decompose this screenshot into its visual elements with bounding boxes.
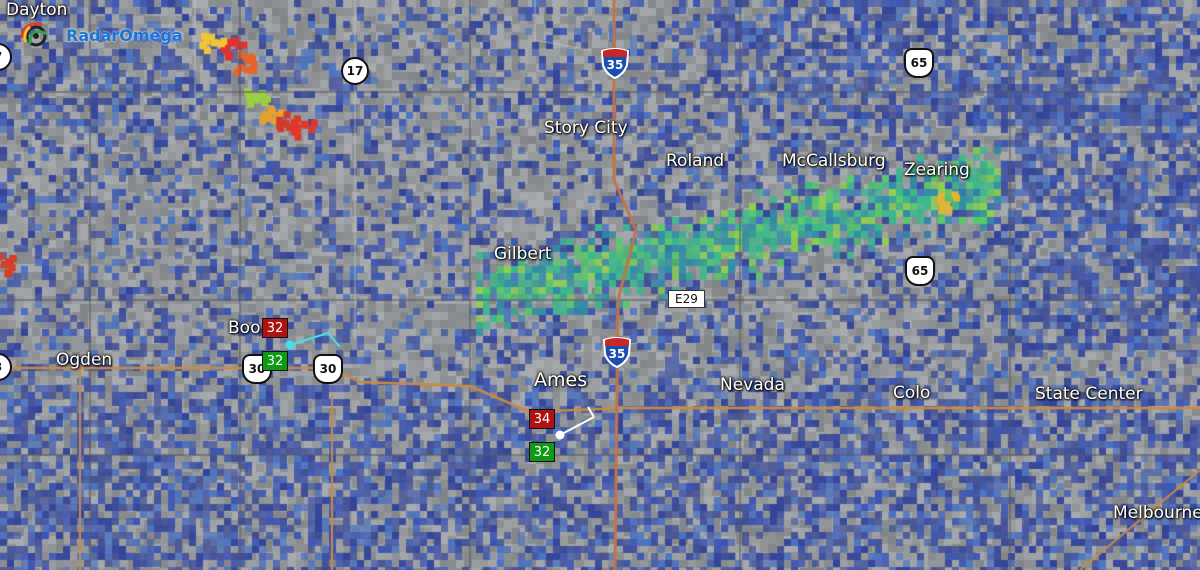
interstate-35-shield-south: 35	[602, 336, 632, 368]
county-e29-shield: E29	[668, 290, 705, 308]
state-17-shield: 17	[341, 57, 369, 85]
interstate-35-shield-north: 35	[600, 47, 630, 79]
city-label-colo: Colo	[893, 383, 931, 403]
city-label-boone: Boo	[228, 318, 261, 338]
us-65-shield-south: 65	[905, 256, 935, 286]
logo-text: RadarOmega	[66, 25, 183, 45]
city-label-story-city: Story City	[544, 118, 628, 138]
city-label-ames: Ames	[534, 369, 588, 391]
city-label-mccallsburg: McCallsburg	[782, 151, 886, 171]
city-label-state-center: State Center	[1035, 384, 1143, 404]
boone-wind-barb	[285, 332, 341, 350]
radar-swirl-icon	[20, 22, 47, 47]
city-label-ogden: Ogden	[56, 350, 113, 370]
city-label-zearing: Zearing	[904, 160, 970, 180]
city-label-melbourne: Melbourne	[1113, 503, 1200, 523]
us-30-shield-east: 30	[313, 354, 343, 384]
city-label-nevada: Nevada	[720, 375, 785, 395]
city-label-gilbert: Gilbert	[494, 244, 552, 264]
city-label-roland: Roland	[666, 151, 725, 171]
radar-map[interactable]	[0, 0, 1200, 570]
us-65-shield-north: 65	[904, 48, 934, 78]
ames-wind-barb	[555, 406, 595, 440]
city-label-dayton: Dayton	[6, 0, 68, 20]
ames-dewpoint-badge[interactable]: 32	[529, 442, 555, 462]
radaromega-logo: RadarOmega	[16, 22, 183, 48]
